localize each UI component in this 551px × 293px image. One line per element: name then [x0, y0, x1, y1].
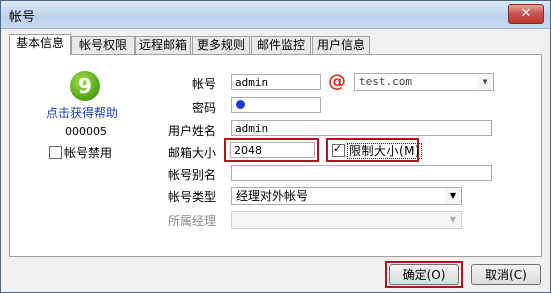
- disable-account-label: 帐号禁用: [64, 146, 113, 160]
- domain-select[interactable]: test.com ▼: [354, 73, 494, 91]
- limit-size-label: 限制大小(M): [347, 143, 423, 159]
- mailbox-size-input[interactable]: 2048: [230, 142, 315, 158]
- tab-basic-info[interactable]: 基本信息: [9, 34, 71, 55]
- title-bar: 帐号 ✕: [1, 1, 550, 29]
- chevron-down-icon: ▼: [477, 74, 493, 90]
- help-link[interactable]: 点击获得帮助: [46, 104, 118, 121]
- chevron-down-icon: ▼: [445, 188, 461, 204]
- tab-user-info[interactable]: 用户信息: [312, 36, 370, 54]
- alias-label: 帐号别名: [167, 168, 216, 182]
- username-label: 用户姓名: [167, 124, 216, 138]
- account-id: 000005: [65, 125, 107, 138]
- username-input[interactable]: admin: [231, 120, 492, 136]
- domain-value: test.com: [359, 75, 412, 88]
- password-label: 密码: [191, 101, 216, 115]
- disable-account-checkbox[interactable]: [49, 146, 62, 159]
- manager-select: ▼: [231, 211, 462, 229]
- account-type-select[interactable]: 经理对外帐号 ▼: [231, 187, 462, 205]
- tab-mail-monitor[interactable]: 邮件监控: [251, 36, 311, 54]
- account-type-label: 帐号类型: [167, 190, 216, 204]
- manager-label: 所属经理: [167, 214, 216, 228]
- mailbox-size-label: 邮箱大小: [167, 146, 216, 160]
- limit-size-checkbox[interactable]: ✓: [332, 142, 345, 157]
- ok-button[interactable]: 确定(O): [389, 264, 459, 285]
- account-input[interactable]: admin: [231, 74, 321, 90]
- password-mask-dot: [236, 100, 245, 109]
- close-button[interactable]: ✕: [508, 4, 544, 24]
- chevron-down-icon: ▼: [445, 212, 461, 228]
- app-logo-icon: 9: [70, 71, 100, 101]
- tab-remote-mailbox[interactable]: 远程邮箱: [135, 36, 191, 54]
- alias-input[interactable]: [231, 165, 492, 181]
- account-label: 帐号: [191, 77, 216, 91]
- checkmark-icon: ✓: [333, 142, 343, 155]
- tab-more-rules[interactable]: 更多规则: [192, 36, 250, 54]
- account-type-value: 经理对外帐号: [236, 189, 309, 203]
- tab-account-permissions[interactable]: 帐号权限: [71, 36, 135, 54]
- account-dialog: 帐号 ✕ 基本信息 帐号权限 远程邮箱 更多规则 邮件监控 用户信息 9 点击获…: [0, 0, 551, 293]
- at-icon: @: [328, 71, 346, 92]
- window-title: 帐号: [9, 10, 36, 25]
- cancel-button[interactable]: 取消(C): [471, 264, 541, 285]
